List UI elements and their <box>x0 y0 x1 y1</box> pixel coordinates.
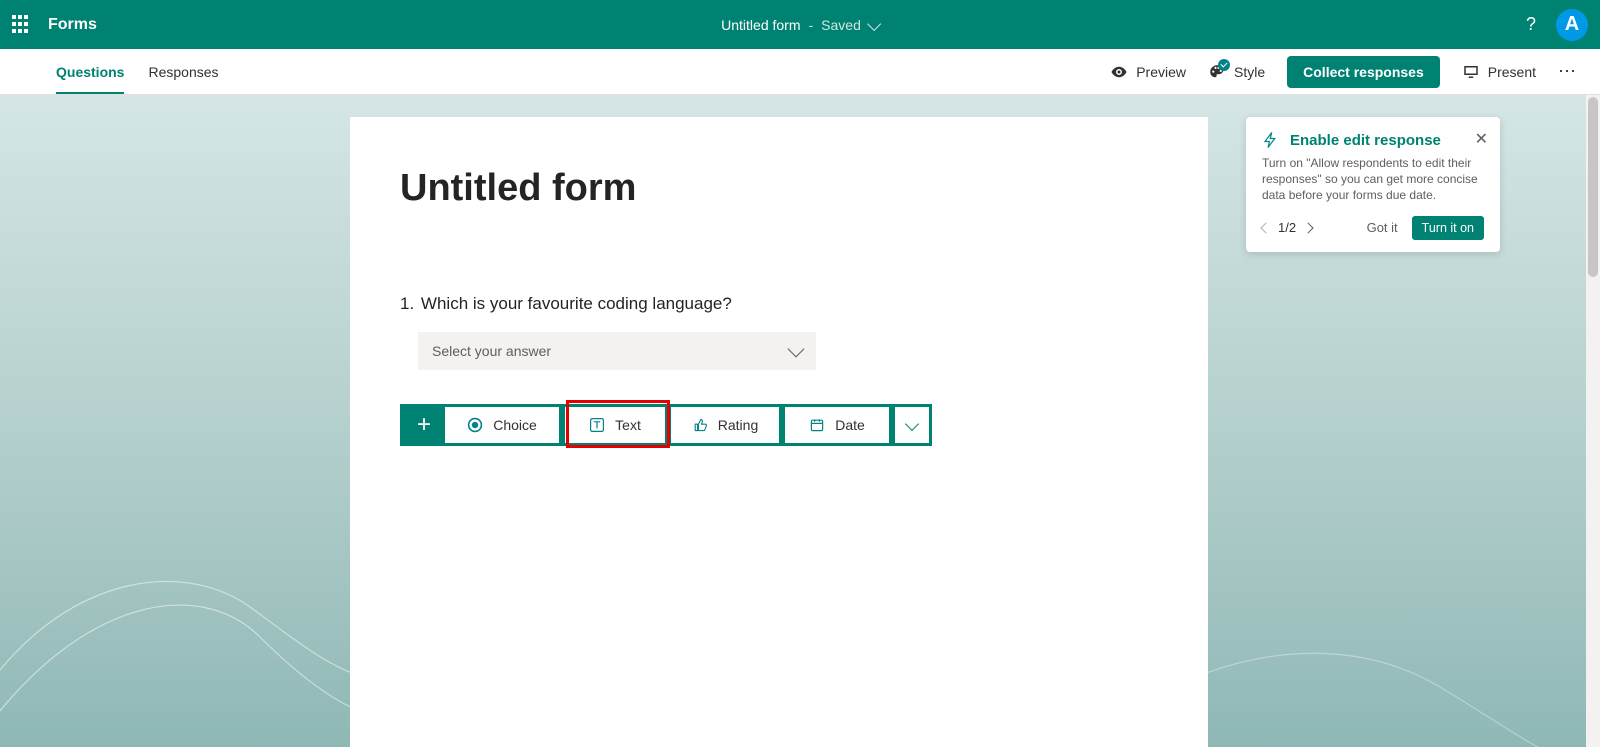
type-choice-label: Choice <box>493 417 537 433</box>
tip-title: Enable edit response <box>1290 132 1441 149</box>
eye-icon <box>1110 63 1128 81</box>
question-text: Which is your favourite coding language? <box>421 294 732 313</box>
separator: - <box>808 17 813 33</box>
text-icon <box>589 417 605 433</box>
present-button[interactable]: Present <box>1462 63 1536 81</box>
chevron-down-icon <box>788 341 805 358</box>
header-title-group: Untitled form - Saved <box>721 17 879 33</box>
tip-pager: 1/2 <box>1262 220 1312 235</box>
turn-it-on-button[interactable]: Turn it on <box>1412 216 1484 240</box>
add-question-bar: + Choice Text Rating Date <box>400 404 932 446</box>
scrollbar-thumb[interactable] <box>1588 97 1598 277</box>
tip-card: ✕ Enable edit response Turn on "Allow re… <box>1246 117 1500 252</box>
type-rating-label: Rating <box>718 417 758 433</box>
form-heading[interactable]: Untitled form <box>400 167 1158 210</box>
collect-responses-button[interactable]: Collect responses <box>1287 56 1440 88</box>
monitor-icon <box>1462 63 1480 81</box>
pager-next[interactable] <box>1302 222 1313 233</box>
command-bar: Questions Responses Preview Style Collec… <box>0 49 1600 95</box>
more-options[interactable]: ⋯ <box>1558 61 1578 82</box>
type-date-button[interactable]: Date <box>785 407 889 443</box>
add-question-button[interactable]: + <box>403 407 445 443</box>
tip-body: Turn on "Allow respondents to edit their… <box>1262 155 1484 204</box>
type-text-label: Text <box>615 417 641 433</box>
dropdown-placeholder: Select your answer <box>432 343 551 359</box>
canvas: Untitled form 1. Which is your favourite… <box>0 95 1600 747</box>
new-badge-icon <box>1218 59 1230 71</box>
question-1: 1. Which is your favourite coding langua… <box>400 294 1158 314</box>
present-label: Present <box>1488 64 1536 80</box>
app-name[interactable]: Forms <box>48 16 97 34</box>
help-icon[interactable]: ? <box>1526 14 1536 35</box>
style-button[interactable]: Style <box>1208 63 1265 81</box>
suite-header: Forms Untitled form - Saved ? A <box>0 0 1600 49</box>
type-rating-button[interactable]: Rating <box>671 407 779 443</box>
preview-button[interactable]: Preview <box>1110 63 1186 81</box>
answer-dropdown[interactable]: Select your answer <box>418 332 816 370</box>
got-it-button[interactable]: Got it <box>1367 220 1398 235</box>
app-launcher-icon[interactable] <box>12 15 32 35</box>
bolt-icon <box>1262 131 1280 149</box>
pager-prev[interactable] <box>1260 222 1271 233</box>
avatar-initial: A <box>1565 13 1579 36</box>
close-icon[interactable]: ✕ <box>1475 129 1488 149</box>
type-text-button[interactable]: Text <box>565 407 665 443</box>
style-label: Style <box>1234 64 1265 80</box>
question-number: 1. <box>400 294 414 313</box>
tab-questions[interactable]: Questions <box>56 49 124 94</box>
form-page: Untitled form 1. Which is your favourite… <box>350 117 1208 747</box>
thumb-icon <box>692 417 708 433</box>
chevron-down-icon[interactable] <box>867 16 881 30</box>
type-date-label: Date <box>835 417 865 433</box>
form-title[interactable]: Untitled form <box>721 17 800 33</box>
more-question-types[interactable] <box>895 407 929 443</box>
type-choice-button[interactable]: Choice <box>445 407 559 443</box>
chevron-down-icon <box>905 416 919 430</box>
save-status[interactable]: Saved <box>821 17 861 33</box>
pager-text: 1/2 <box>1278 220 1296 235</box>
preview-label: Preview <box>1136 64 1186 80</box>
user-avatar[interactable]: A <box>1556 9 1588 41</box>
scrollbar[interactable] <box>1586 95 1600 747</box>
tab-responses[interactable]: Responses <box>148 49 218 94</box>
radio-icon <box>467 417 483 433</box>
calendar-icon <box>809 417 825 433</box>
